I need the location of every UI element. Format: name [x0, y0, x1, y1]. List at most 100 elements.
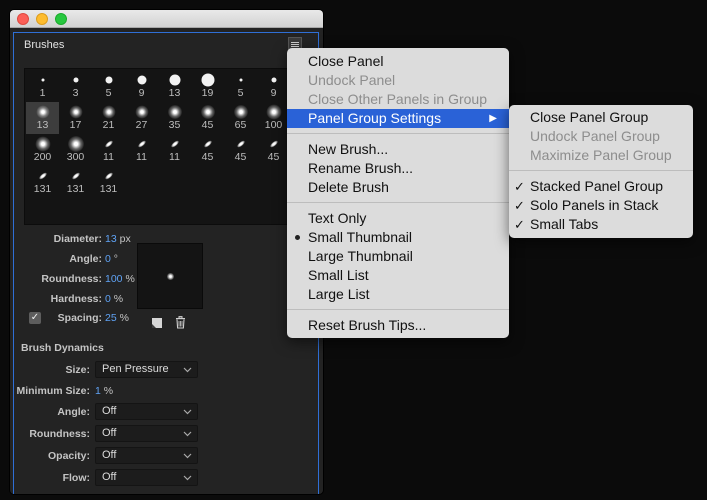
- menu-item-delete-brush[interactable]: Delete Brush: [287, 178, 509, 197]
- angle-field[interactable]: 0 °: [105, 253, 118, 265]
- roundness-value[interactable]: 100: [105, 273, 123, 285]
- brush-tip[interactable]: 35: [158, 102, 191, 134]
- brush-tip-thumbnail: [69, 105, 82, 119]
- brush-tip[interactable]: 21: [92, 102, 125, 134]
- brush-tip-thumbnail: [73, 77, 78, 83]
- brush-tip-size-label: 45: [201, 119, 214, 131]
- brush-tip[interactable]: 300: [59, 134, 92, 166]
- brush-tip-thumbnail: [36, 105, 49, 119]
- new-brush-icon[interactable]: [151, 317, 163, 329]
- brush-tips-grid: 1 3 5 9 13 19 5 9 13 17 21 27 35 45 65 100 200 300 11 11 11 4…: [24, 68, 309, 225]
- dyn-flow-label: Flow:: [62, 472, 90, 484]
- menu-item-undock-panel-group: Undock Panel Group: [530, 128, 660, 144]
- roundness-field[interactable]: 100 %: [105, 273, 135, 285]
- spacing-field[interactable]: 25 %: [105, 312, 129, 324]
- diameter-field[interactable]: 13 px: [105, 233, 131, 245]
- angle-value[interactable]: 0: [105, 253, 111, 265]
- brush-preview-stroke: [167, 273, 174, 280]
- brush-tip-size-label: 131: [66, 183, 85, 195]
- menu-item-small-tabs[interactable]: ✓ Small Tabs: [509, 215, 693, 234]
- brush-tip-thumbnail: [70, 171, 81, 181]
- brush-tip[interactable]: 45: [224, 134, 257, 166]
- dyn-angle-select[interactable]: Off: [95, 403, 198, 420]
- brush-tip[interactable]: 11: [92, 134, 125, 166]
- spacing-value[interactable]: 25: [105, 312, 117, 324]
- dyn-flow-select[interactable]: Off: [95, 469, 198, 486]
- menu-item-rename-brush[interactable]: Rename Brush...: [287, 159, 509, 178]
- brush-tip[interactable]: 11: [125, 134, 158, 166]
- window-minimize-button[interactable]: [36, 13, 48, 25]
- menu-item-small-list[interactable]: Small List: [287, 266, 509, 285]
- brush-tip[interactable]: 5: [224, 70, 257, 102]
- brush-tip[interactable]: 45: [191, 134, 224, 166]
- brush-tip-size-label: 100: [264, 119, 283, 131]
- dyn-opacity-select[interactable]: Off: [95, 447, 198, 464]
- brush-tip[interactable]: 200: [26, 134, 59, 166]
- brush-tip[interactable]: 100: [257, 102, 290, 134]
- brush-tip[interactable]: 131: [92, 166, 125, 198]
- dyn-size-label: Size:: [65, 364, 90, 376]
- brush-tip[interactable]: 131: [26, 166, 59, 198]
- hardness-value[interactable]: 0: [105, 293, 111, 305]
- hardness-field[interactable]: 0 %: [105, 293, 123, 305]
- window-titlebar[interactable]: [10, 10, 323, 28]
- brush-tip[interactable]: 11: [158, 134, 191, 166]
- window-zoom-button[interactable]: [55, 13, 67, 25]
- brush-tip[interactable]: 131: [59, 166, 92, 198]
- menu-item-large-thumbnail[interactable]: Large Thumbnail: [287, 247, 509, 266]
- dyn-flow-value: Off: [102, 471, 117, 483]
- dyn-minimum-size-value[interactable]: 1: [95, 385, 101, 397]
- brush-tip-size-label: 131: [99, 183, 118, 195]
- dyn-minimum-size-unit: %: [103, 385, 114, 397]
- brush-tip-thumbnail: [105, 76, 112, 84]
- brush-tip-thumbnail: [235, 139, 246, 149]
- window-close-button[interactable]: [17, 13, 29, 25]
- menu-item-text-only[interactable]: Text Only: [287, 209, 509, 228]
- menu-item-small-tabs-label: Small Tabs: [530, 216, 599, 232]
- brush-tip[interactable]: 13: [26, 102, 59, 134]
- dyn-minimum-size-field[interactable]: 1 %: [95, 385, 113, 397]
- hamburger-icon-line: [291, 45, 299, 47]
- brush-tip[interactable]: 1: [26, 70, 59, 102]
- diameter-label: Diameter:: [53, 233, 102, 245]
- brush-tip[interactable]: 65: [224, 102, 257, 134]
- menu-item-small-thumbnail[interactable]: Small Thumbnail: [287, 228, 509, 247]
- checkmark-icon: ✓: [514, 217, 525, 232]
- brush-tip[interactable]: 3: [59, 70, 92, 102]
- menu-item-close-panel-group[interactable]: Close Panel Group: [509, 108, 693, 127]
- spacing-label: Spacing:: [57, 312, 102, 324]
- diameter-value[interactable]: 13: [105, 233, 117, 245]
- brush-tip-thumbnail: [169, 74, 180, 86]
- brush-tip-size-label: 5: [105, 87, 112, 99]
- brush-tip-size-label: 45: [201, 151, 214, 163]
- menu-item-stacked-panel-group[interactable]: ✓ Stacked Panel Group: [509, 177, 693, 196]
- brush-tip[interactable]: 17: [59, 102, 92, 134]
- brush-tip-size-label: 21: [102, 119, 115, 131]
- panel-group-settings-submenu: Close Panel Group Undock Panel Group Max…: [509, 105, 693, 238]
- brush-tip[interactable]: 5: [92, 70, 125, 102]
- brush-tip[interactable]: 13: [158, 70, 191, 102]
- brush-tip[interactable]: 45: [191, 102, 224, 134]
- brush-tip-size-label: 200: [33, 151, 52, 163]
- brush-tip[interactable]: 9: [125, 70, 158, 102]
- dyn-size-value: Pen Pressure: [102, 363, 169, 375]
- menu-item-reset-brush-tips[interactable]: Reset Brush Tips...: [287, 316, 509, 335]
- brush-tip-thumbnail: [103, 171, 114, 181]
- brush-tip-thumbnail: [167, 105, 182, 119]
- brush-tip[interactable]: 45: [257, 134, 290, 166]
- brush-tip-thumbnail: [233, 105, 248, 119]
- menu-item-large-list[interactable]: Large List: [287, 285, 509, 304]
- menu-item-close-panel[interactable]: Close Panel: [287, 52, 509, 71]
- trash-icon[interactable]: [174, 316, 187, 329]
- brush-tip[interactable]: 27: [125, 102, 158, 134]
- menu-item-solo-panels-in-stack[interactable]: ✓ Solo Panels in Stack: [509, 196, 693, 215]
- tab-brushes[interactable]: Brushes: [24, 39, 64, 51]
- menu-item-new-brush[interactable]: New Brush...: [287, 140, 509, 159]
- brush-tip-size-label: 35: [168, 119, 181, 131]
- brush-tip[interactable]: 9: [257, 70, 290, 102]
- chevron-down-icon: [183, 367, 192, 373]
- dyn-size-select[interactable]: Pen Pressure: [95, 361, 198, 378]
- menu-item-panel-group-settings[interactable]: Panel Group Settings ▶: [287, 109, 509, 128]
- brush-tip[interactable]: 19: [191, 70, 224, 102]
- dyn-roundness-select[interactable]: Off: [95, 425, 198, 442]
